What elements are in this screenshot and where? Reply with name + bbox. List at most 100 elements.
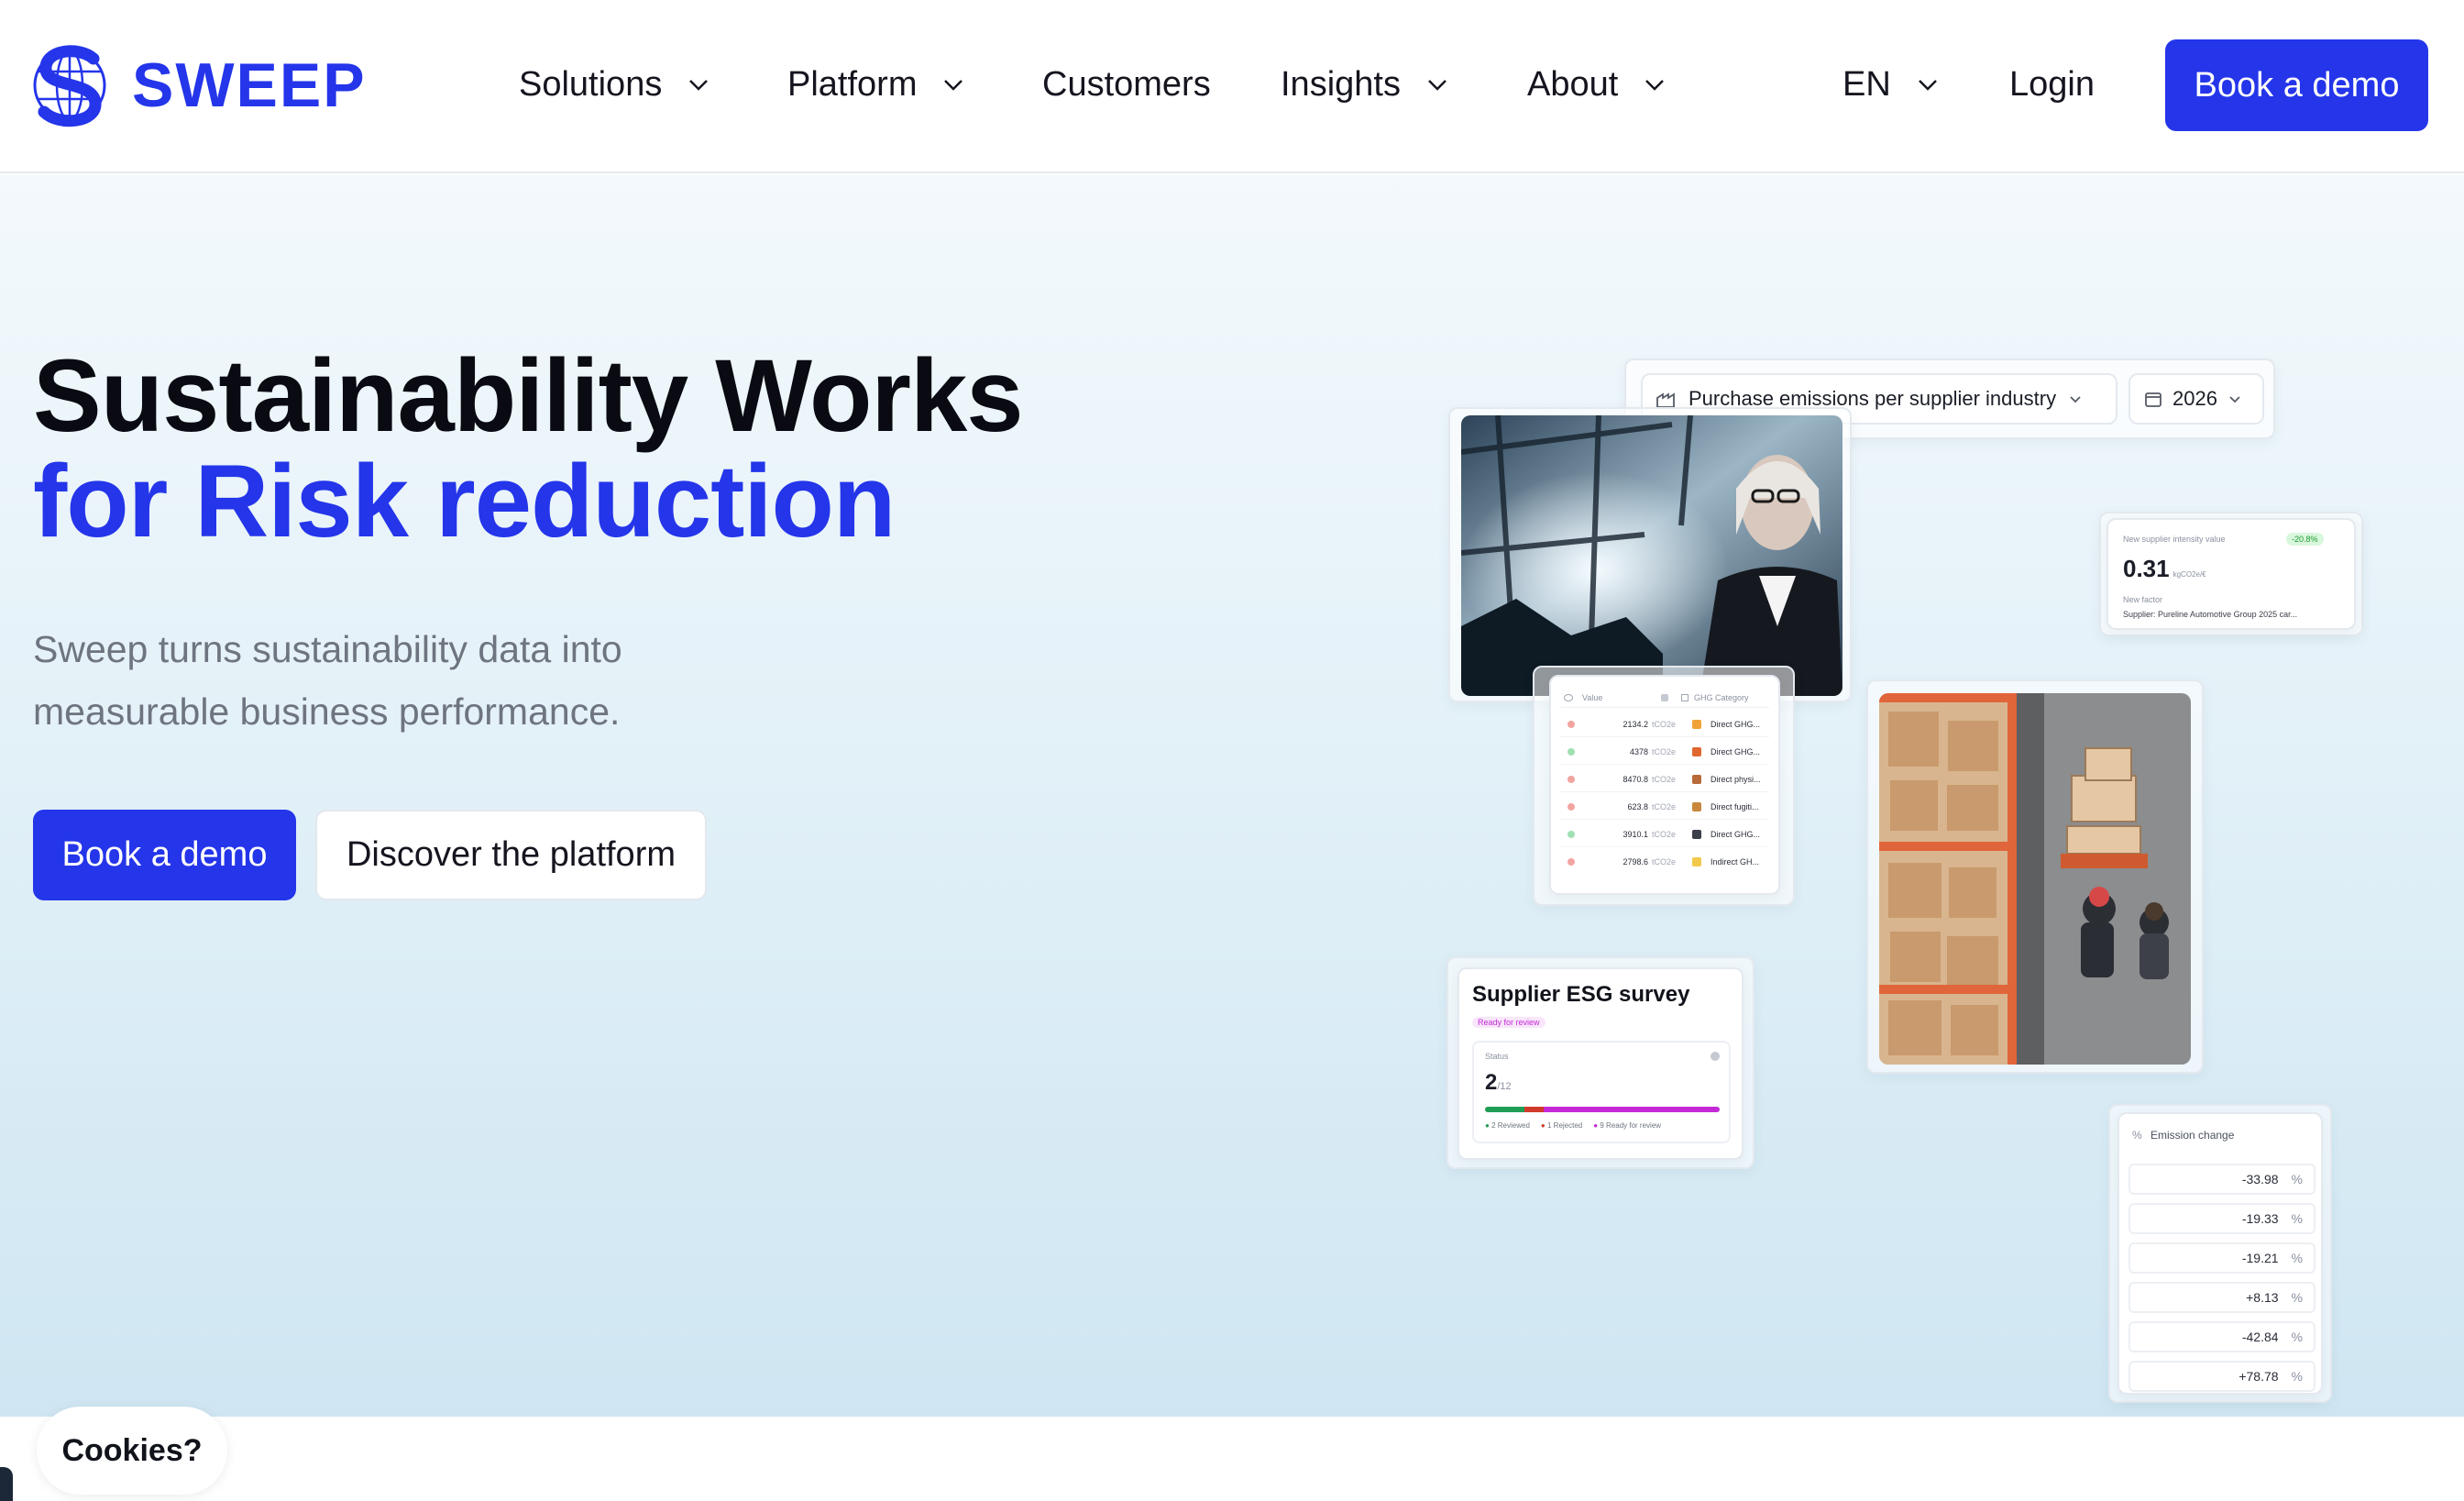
- legend-ready: ● 9 Ready for review: [1593, 1121, 1662, 1130]
- emission-row: +78.78%: [2128, 1361, 2316, 1392]
- nav-about-label: About: [1527, 64, 1619, 104]
- truck-icon: [1692, 746, 1701, 756]
- emission-row: -33.98%: [2128, 1164, 2316, 1195]
- legend-reviewed: ● 2 Reviewed: [1485, 1121, 1530, 1130]
- row-value: 623.8: [1627, 801, 1648, 811]
- survey-title: Supplier ESG survey: [1472, 982, 1690, 1007]
- info-icon: [1710, 1052, 1720, 1061]
- emission-row: -19.21%: [2128, 1242, 2316, 1274]
- globe-icon: [1564, 693, 1573, 701]
- status-dot: [1568, 802, 1575, 811]
- row-category: Direct GHG...: [1710, 746, 1761, 756]
- survey-legend: ● 2 Reviewed ● 1 Rejected ● 9 Ready for …: [1485, 1121, 1661, 1130]
- sweep-logo[interactable]: SWEEP: [31, 31, 367, 139]
- table-row: 2798.6 tCO2e Indirect GH...: [1560, 849, 1769, 875]
- emission-change-card: % Emission change -33.98% -19.33% -19.21…: [2118, 1112, 2323, 1395]
- hero-book-demo-button[interactable]: Book a demo: [33, 810, 296, 900]
- row-value: 8470.8: [1622, 774, 1648, 784]
- status-dot: [1568, 720, 1575, 728]
- chevron-down-icon: [1645, 80, 1665, 91]
- year-dropdown[interactable]: 2026: [2128, 373, 2264, 425]
- intensity-value: 0.31: [2123, 555, 2170, 582]
- corner-widget: [0, 1467, 13, 1501]
- row-category: Direct physi...: [1710, 774, 1761, 784]
- brand-name: SWEEP: [132, 50, 367, 120]
- nav-solutions[interactable]: Solutions: [519, 57, 711, 112]
- year-label: 2026: [2172, 387, 2217, 410]
- row-category: Indirect GH...: [1710, 857, 1760, 866]
- status-dot: [1568, 830, 1575, 838]
- supplier-survey-card: Supplier ESG survey Ready for review Sta…: [1458, 967, 1744, 1160]
- nav-insights[interactable]: Insights: [1281, 57, 1450, 112]
- nav-platform-label: Platform: [787, 64, 918, 104]
- ready-segment: [1544, 1107, 1720, 1112]
- login-link[interactable]: Login: [2009, 57, 2095, 112]
- table-header: Value GHG Category: [1560, 688, 1769, 708]
- grid-icon: [1681, 693, 1688, 701]
- value-header: Value: [1582, 692, 1603, 702]
- factor-label: New factor: [2123, 595, 2163, 604]
- table-row: 8470.8 tCO2e Direct physi...: [1560, 767, 1769, 792]
- nav-about[interactable]: About: [1527, 57, 1667, 112]
- row-unit: tCO2e: [1652, 719, 1677, 729]
- intensity-card: New supplier intensity value -20.8% 0.31…: [2106, 518, 2356, 630]
- book-demo-button[interactable]: Book a demo: [2165, 39, 2428, 131]
- emissions-table-card: Value GHG Category 2134.2 tCO2e Direct G…: [1549, 675, 1780, 895]
- calendar-icon: [2145, 392, 2162, 407]
- row-unit: tCO2e: [1652, 774, 1677, 784]
- table-row: 4378 tCO2e Direct GHG...: [1560, 739, 1769, 765]
- fuel-icon: [1692, 829, 1701, 839]
- row-unit: tCO2e: [1652, 829, 1677, 839]
- cookies-button[interactable]: Cookies?: [37, 1407, 227, 1495]
- status-dot: [1568, 747, 1575, 756]
- chevron-down-icon: [944, 80, 963, 91]
- reviewed-segment: [1485, 1107, 1524, 1112]
- status-dot: [1568, 775, 1575, 783]
- intensity-label: New supplier intensity value: [2123, 535, 2226, 544]
- discover-platform-button[interactable]: Discover the platform: [315, 810, 707, 900]
- flame-icon: [1692, 719, 1701, 729]
- survey-progress: 2/12: [1485, 1070, 1512, 1096]
- hero-section: Sustainability Works for Risk reduction …: [0, 175, 2464, 1417]
- row-unit: tCO2e: [1652, 801, 1677, 811]
- chevron-down-icon: [689, 80, 709, 91]
- legend-rejected: ● 1 Rejected: [1540, 1121, 1583, 1130]
- chevron-down-icon: [1918, 80, 1937, 91]
- survey-count: 2: [1485, 1070, 1498, 1095]
- table-row: 3910.1 tCO2e Direct GHG...: [1560, 822, 1769, 847]
- row-unit: tCO2e: [1652, 857, 1677, 866]
- hero-title-line1: Sustainability Works: [33, 338, 1024, 453]
- row-value: 3910.1: [1622, 829, 1648, 839]
- language-selector[interactable]: EN: [1842, 57, 1941, 112]
- sort-icon: [1661, 693, 1668, 701]
- row-category: Direct GHG...: [1710, 719, 1761, 729]
- nav-customers-label: Customers: [1042, 64, 1211, 104]
- nav-platform[interactable]: Platform: [787, 57, 966, 112]
- globe-s-icon: [33, 45, 106, 127]
- percent-icon: %: [2132, 1129, 2142, 1142]
- nav-insights-label: Insights: [1281, 64, 1401, 104]
- change-badge: -20.8%: [2286, 533, 2324, 546]
- nav-customers[interactable]: Customers: [1042, 57, 1211, 112]
- table-row: 2134.2 tCO2e Direct GHG...: [1560, 712, 1769, 737]
- intensity-value-row: 0.31 kgCO2e/€: [2123, 555, 2206, 583]
- factory-icon: [1692, 774, 1701, 784]
- rejected-segment: [1524, 1107, 1544, 1112]
- survey-progress-bar: [1485, 1107, 1720, 1112]
- status-label: Status: [1485, 1052, 1509, 1061]
- page-bottom-strip: [0, 1417, 2464, 1501]
- emission-row: -42.84%: [2128, 1321, 2316, 1352]
- row-category: Direct fugiti...: [1710, 801, 1759, 811]
- row-value: 2798.6: [1622, 857, 1648, 866]
- businesswoman-photo: [1461, 415, 1842, 696]
- language-label: EN: [1842, 64, 1891, 104]
- top-navigation: SWEEP Solutions Platform Customers Insig…: [0, 0, 2464, 173]
- table-row: 623.8 tCO2e Direct fugiti...: [1560, 794, 1769, 820]
- factor-value: Supplier: Pureline Automotive Group 2025…: [2123, 610, 2298, 619]
- row-value: 4378: [1629, 746, 1648, 756]
- row-unit: tCO2e: [1652, 746, 1677, 756]
- chevron-down-icon: [1428, 80, 1446, 91]
- warehouse-photo: [1879, 693, 2191, 1065]
- hero-subtitle: Sweep turns sustainability data into mea…: [33, 628, 622, 733]
- category-header: GHG Category: [1694, 692, 1749, 702]
